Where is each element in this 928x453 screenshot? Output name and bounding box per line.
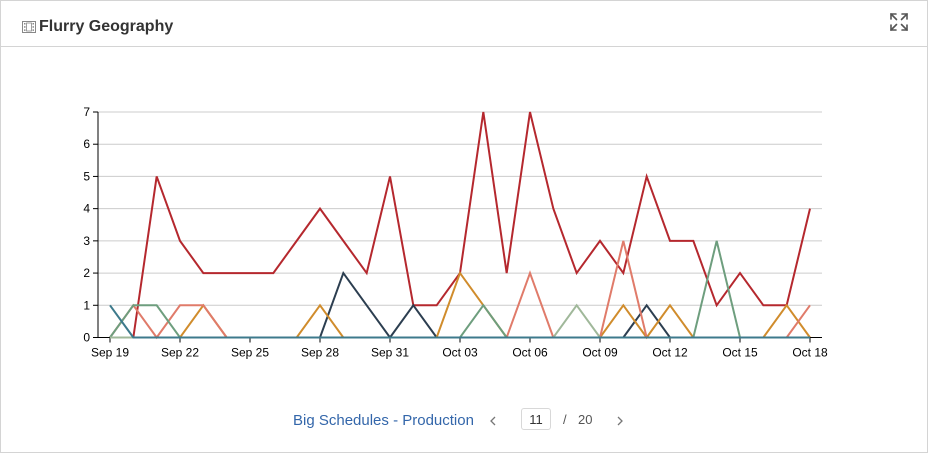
series-line xyxy=(110,111,811,339)
pager-label[interactable]: Big Schedules - Production xyxy=(293,412,474,429)
page-separator: / xyxy=(563,412,567,427)
panel-header: Flurry Geography xyxy=(1,1,927,47)
x-tick-label: Oct 18 xyxy=(792,346,828,360)
chart-panel: Flurry Geography 0 1 2 3 4 5 6 7 Sep 19 Sep 22 Sep… xyxy=(0,0,928,453)
y-tick-label: 1 xyxy=(83,298,90,312)
y-tick-label: 0 xyxy=(83,331,90,345)
x-tick-label: Sep 22 xyxy=(161,346,199,360)
x-tick-label: Oct 06 xyxy=(512,346,548,360)
total-pages: 20 xyxy=(578,412,593,427)
line-chart: 0 1 2 3 4 5 6 7 Sep 19 Sep 22 Sep 25 Sep 28 Sep 31 Oc… xyxy=(83,105,828,360)
x-tick-label: Sep 25 xyxy=(231,346,269,360)
chevron-left-icon[interactable] xyxy=(486,412,500,430)
x-tick-label: Sep 28 xyxy=(301,346,339,360)
x-tick-label: Oct 15 xyxy=(722,346,758,360)
y-tick-label: 7 xyxy=(83,105,90,119)
expand-icon[interactable] xyxy=(887,10,911,34)
film-icon xyxy=(22,21,36,33)
x-tick-label: Sep 31 xyxy=(371,346,409,360)
y-tick-label: 5 xyxy=(83,169,90,183)
y-tick-label: 3 xyxy=(83,234,90,248)
x-tick-label: Oct 09 xyxy=(582,346,618,360)
x-tick-label: Oct 12 xyxy=(652,346,688,360)
x-tick-label: Sep 19 xyxy=(91,346,129,360)
page-number-input[interactable]: 11 xyxy=(521,408,551,430)
y-tick-label: 6 xyxy=(83,137,90,151)
panel-title: Flurry Geography xyxy=(39,18,174,35)
x-tick-label: Oct 03 xyxy=(442,346,478,360)
y-tick-label: 2 xyxy=(83,266,90,280)
pagination: Big Schedules - Production 11 / 20 xyxy=(1,408,927,434)
y-tick-label: 4 xyxy=(83,202,90,216)
chevron-right-icon[interactable] xyxy=(613,412,627,430)
